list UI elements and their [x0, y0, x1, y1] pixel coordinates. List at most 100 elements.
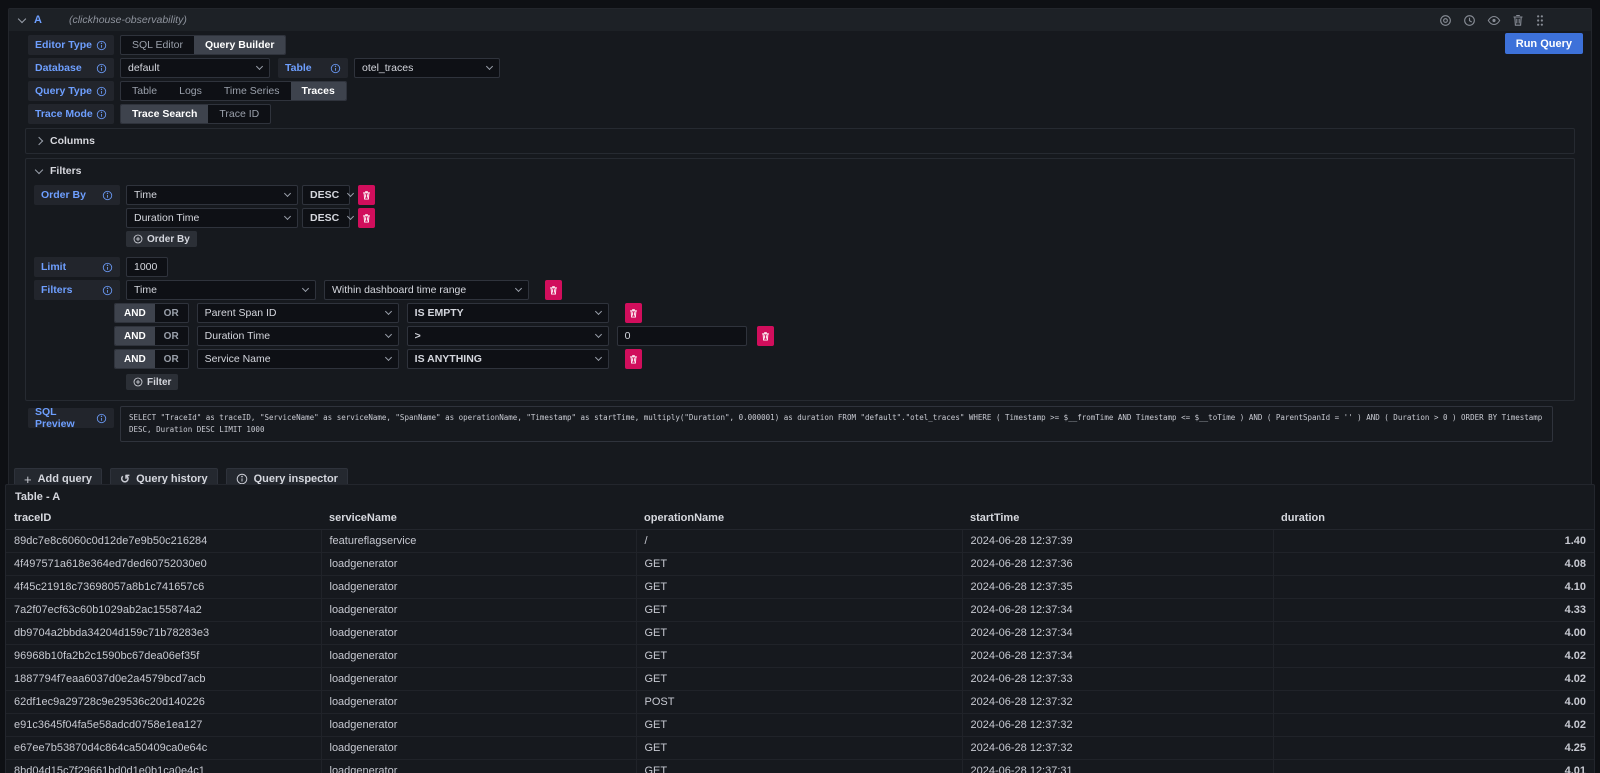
or-option[interactable]: OR — [155, 304, 188, 322]
query-history-icon[interactable] — [1463, 14, 1476, 27]
order-by-direction-select[interactable]: DESC — [302, 208, 350, 228]
filter-operator-select[interactable]: Within dashboard time range — [324, 280, 529, 300]
info-icon[interactable] — [96, 86, 107, 97]
remove-order-by-button[interactable] — [358, 185, 375, 205]
order-by-direction-select[interactable]: DESC — [302, 185, 350, 205]
start-time-cell: 2024-06-28 12:37:39 — [962, 529, 1273, 552]
filter-operator-select[interactable]: IS EMPTY — [407, 303, 609, 323]
remove-filter-button[interactable] — [545, 280, 562, 300]
trace-id-link[interactable]: 1887794f7eaa6037d0e2a4579bcd7acb — [6, 667, 321, 690]
query-row-header[interactable]: A (clickhouse-observability) — [9, 9, 1591, 31]
trace-id-link[interactable]: 4f497571a618e364ed7ded60752030e0 — [6, 552, 321, 575]
add-order-by-button[interactable]: Order By — [126, 231, 197, 247]
query-type-option-time-series[interactable]: Time Series — [213, 82, 291, 100]
or-option[interactable]: OR — [155, 327, 188, 345]
and-option[interactable]: AND — [115, 350, 155, 368]
filter-value-input[interactable]: 0 — [617, 326, 747, 346]
chevron-down-icon — [347, 213, 354, 220]
table-row: db9704a2bbda34204d159c71b78283e3 loadgen… — [6, 621, 1594, 644]
and-option[interactable]: AND — [115, 304, 155, 322]
trace-mode-label: Trace Mode — [28, 104, 114, 124]
or-option[interactable]: OR — [155, 350, 188, 368]
column-header-duration[interactable]: duration — [1273, 507, 1594, 529]
chevron-down-icon — [35, 165, 43, 173]
filter-field-select[interactable]: Service Name — [197, 349, 399, 369]
chevron-down-icon — [486, 63, 493, 70]
start-time-cell: 2024-06-28 12:37:32 — [962, 713, 1273, 736]
remove-filter-button[interactable] — [757, 326, 774, 346]
trace-id-link[interactable]: 62df1ec9a29728c9e29536c20d140226 — [6, 690, 321, 713]
table-row: 96968b10fa2b2c1590bc67dea06ef35f loadgen… — [6, 644, 1594, 667]
start-time-cell: 2024-06-28 12:37:36 — [962, 552, 1273, 575]
filter-field-select[interactable]: Duration Time — [197, 326, 399, 346]
drag-handle-icon[interactable] — [1535, 14, 1545, 27]
info-icon[interactable] — [96, 413, 107, 424]
query-type-option-table[interactable]: Table — [121, 82, 168, 100]
info-icon[interactable] — [96, 109, 107, 120]
info-icon[interactable] — [96, 63, 107, 74]
service-name-cell: loadgenerator — [321, 736, 636, 759]
trace-id-link[interactable]: 96968b10fa2b2c1590bc67dea06ef35f — [6, 644, 321, 667]
query-type-option-traces[interactable]: Traces — [291, 82, 346, 100]
filter-operator-select[interactable]: > — [407, 326, 609, 346]
panel-title[interactable]: Table - A — [6, 485, 1594, 507]
info-icon[interactable] — [102, 262, 113, 273]
limit-input[interactable]: 1000 — [126, 257, 168, 277]
table-select[interactable]: otel_traces — [354, 58, 500, 78]
column-header-servicename[interactable]: serviceName — [321, 507, 636, 529]
info-icon[interactable] — [96, 40, 107, 51]
filter-time-row: Filters Time Within dashboard time range — [34, 280, 1566, 300]
query-type-option-logs[interactable]: Logs — [168, 82, 213, 100]
editor-type-option-query-builder[interactable]: Query Builder — [194, 36, 285, 54]
trace-id-link[interactable]: db9704a2bbda34204d159c71b78283e3 — [6, 621, 321, 644]
duration-cell: 4.02 — [1273, 713, 1594, 736]
operation-name-cell: GET — [636, 759, 962, 773]
order-by-field-select[interactable]: Time — [126, 185, 298, 205]
trace-id-link[interactable]: e67ee7b53870d4c864ca50409ca0e64c — [6, 736, 321, 759]
database-select[interactable]: default — [120, 58, 270, 78]
chevron-down-icon — [302, 285, 309, 292]
hide-query-eye-icon[interactable] — [1487, 14, 1501, 27]
chevron-down-icon — [256, 63, 263, 70]
column-header-starttime[interactable]: startTime — [962, 507, 1273, 529]
table-row: e91c3645f04fa5e58adcd0758e1ea127 loadgen… — [6, 713, 1594, 736]
trace-mode-option-trace-id[interactable]: Trace ID — [208, 105, 270, 123]
add-filter-button[interactable]: Filter — [126, 374, 178, 390]
filter-field-select[interactable]: Parent Span ID — [197, 303, 399, 323]
and-option[interactable]: AND — [115, 327, 155, 345]
filter-operator-select[interactable]: IS ANYTHING — [407, 349, 609, 369]
delete-query-trash-icon[interactable] — [1512, 14, 1524, 27]
column-header-operationname[interactable]: operationName — [636, 507, 962, 529]
disable-query-icon[interactable] — [1439, 14, 1452, 27]
duration-cell: 4.10 — [1273, 575, 1594, 598]
trace-id-link[interactable]: e91c3645f04fa5e58adcd0758e1ea127 — [6, 713, 321, 736]
collapse-query-icon[interactable] — [18, 14, 26, 22]
duration-cell: 4.08 — [1273, 552, 1594, 575]
chevron-down-icon — [515, 285, 522, 292]
info-icon[interactable] — [102, 190, 113, 201]
trace-id-link[interactable]: 4f45c21918c73698057a8b1c741657c6 — [6, 575, 321, 598]
columns-section-header[interactable]: Columns — [26, 129, 1574, 153]
info-icon[interactable] — [330, 63, 341, 74]
info-icon[interactable] — [102, 285, 113, 296]
filter-field-select[interactable]: Time — [126, 280, 316, 300]
sql-preview-label: SQL Preview — [28, 408, 114, 428]
table-header-row: traceID serviceName operationName startT… — [6, 507, 1594, 529]
remove-filter-button[interactable] — [625, 303, 642, 323]
order-by-field-select[interactable]: Duration Time — [126, 208, 298, 228]
run-query-button[interactable]: Run Query — [1505, 33, 1583, 54]
table-row: 7a2f07ecf63c60b1029ab2ac155874a2 loadgen… — [6, 598, 1594, 621]
sql-preview-row: SQL Preview SELECT "TraceId" as traceID,… — [28, 406, 1553, 442]
operation-name-cell: / — [636, 529, 962, 552]
trace-id-link[interactable]: 7a2f07ecf63c60b1029ab2ac155874a2 — [6, 598, 321, 621]
trace-id-link[interactable]: 89dc7e8c6060c0d12de7e9b50c216284 — [6, 529, 321, 552]
filters-section-header[interactable]: Filters — [26, 159, 1574, 183]
datasource-name: (clickhouse-observability) — [69, 14, 187, 26]
editor-type-option-sql-editor[interactable]: SQL Editor — [121, 36, 194, 54]
remove-order-by-button[interactable] — [358, 208, 375, 228]
column-header-traceid[interactable]: traceID — [6, 507, 321, 529]
trace-mode-option-trace-search[interactable]: Trace Search — [121, 105, 208, 123]
filters-section: Filters Order By Time DESC — [25, 158, 1575, 401]
trace-id-link[interactable]: 8bd04d15c7f29661bd0d1e0b1ca0e4c1 — [6, 759, 321, 773]
remove-filter-button[interactable] — [625, 349, 642, 369]
